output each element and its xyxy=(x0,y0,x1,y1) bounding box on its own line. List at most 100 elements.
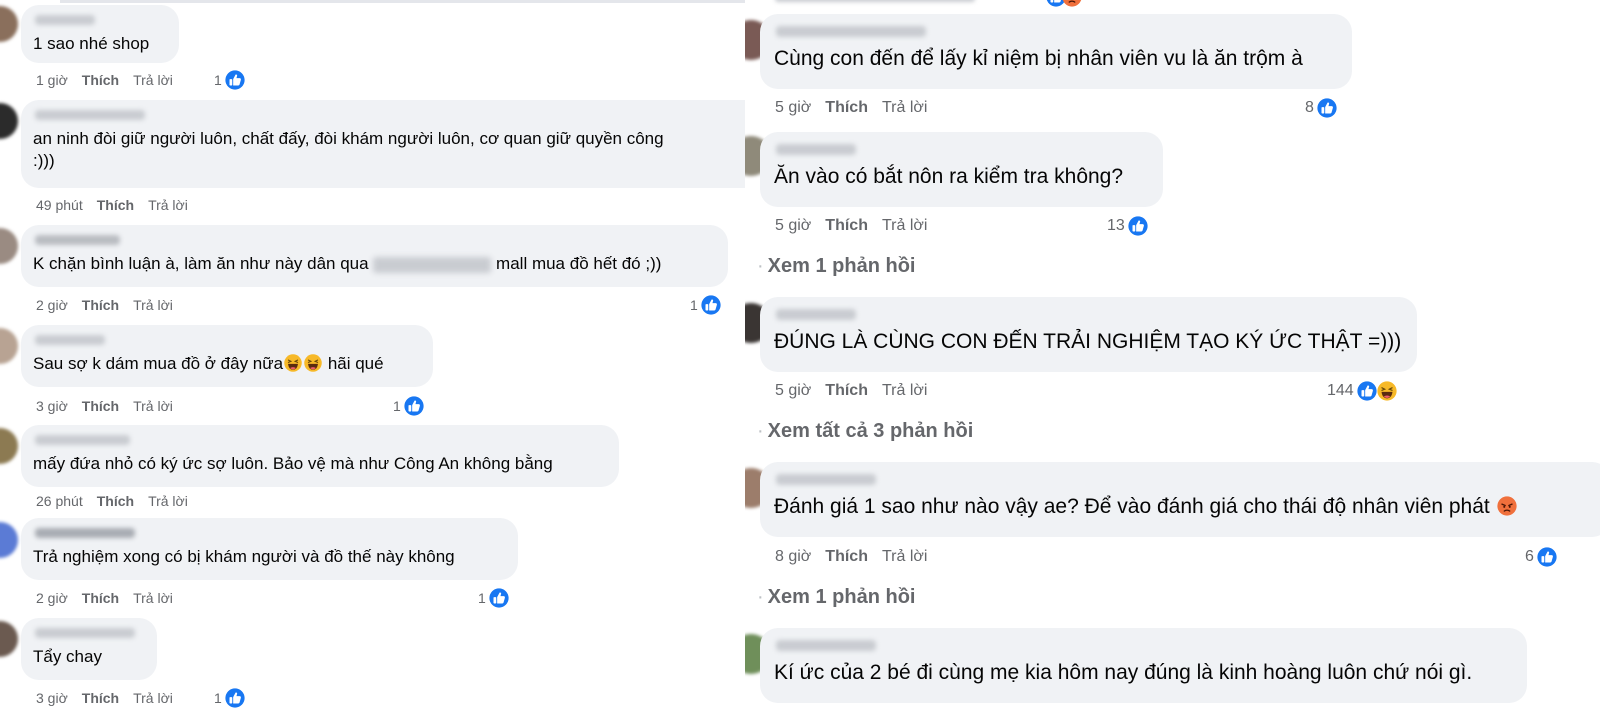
commenter-name[interactable] xyxy=(35,15,95,25)
comment-actions: 2 giờ Thích Trả lời xyxy=(36,294,173,316)
comment-time[interactable]: 26 phút xyxy=(36,490,83,512)
commenter-name[interactable] xyxy=(776,26,926,37)
right-comments-panel: Cùng con đến để lấy kỉ niệm bị nhân viên… xyxy=(745,0,1600,720)
reaction-number: 1 xyxy=(214,690,222,706)
haha-emoji-icon xyxy=(1376,380,1398,402)
like-button[interactable]: Thích xyxy=(82,587,119,609)
like-button[interactable]: Thích xyxy=(825,546,868,568)
comment-actions: 3 giờ Thích Trả lời xyxy=(36,395,173,417)
reaction-count[interactable]: 1 xyxy=(478,586,510,610)
avatar[interactable] xyxy=(0,6,18,42)
reply-button[interactable]: Trả lời xyxy=(882,546,927,568)
comment-time[interactable]: 5 giờ xyxy=(775,380,811,402)
reply-button[interactable]: Trả lời xyxy=(133,294,173,316)
comment-bubble: Cùng con đến để lấy kỉ niệm bị nhân viên… xyxy=(760,14,1352,89)
view-replies-link[interactable]: · Xem tất cả 3 phản hồi xyxy=(757,420,973,443)
comment-time[interactable]: 3 giờ xyxy=(36,687,68,709)
comment-bubble: mấy đứa nhỏ có ký ức sợ luôn. Bảo vệ mà … xyxy=(21,425,619,487)
left-comments-panel: 1 sao nhé shop 1 giờ Thích Trả lời 1 an ni… xyxy=(0,0,745,720)
comment-text: Trả nghiệm xong có bị khám người và đồ t… xyxy=(33,547,455,566)
comment-bubble: ĐÚNG LÀ CÙNG CON ĐẾN TRẢI NGHIỆM TẠO KÝ … xyxy=(760,297,1417,372)
reaction-count[interactable]: 144 xyxy=(1327,379,1398,403)
avatar[interactable] xyxy=(0,228,18,264)
reaction-count[interactable]: 1 xyxy=(214,68,246,92)
reaction-number: 13 xyxy=(1107,217,1125,234)
avatar[interactable] xyxy=(0,621,18,657)
view-replies-label: Xem 1 phản hồi xyxy=(767,586,916,608)
reply-button[interactable]: Trả lời xyxy=(133,395,173,417)
avatar[interactable] xyxy=(0,428,18,464)
commenter-name[interactable] xyxy=(35,435,130,445)
reaction-count[interactable]: 13 xyxy=(1107,214,1149,238)
comment-bubble: an ninh đòi giữ người luôn, chất đấy, đò… xyxy=(21,100,745,188)
reaction-number: 8 xyxy=(1305,99,1314,116)
avatar[interactable] xyxy=(0,328,18,364)
comment-actions: 26 phút Thích Trả lời xyxy=(36,490,188,512)
comment-text: Đánh giá 1 sao như nào vậy ae? Để vào đá… xyxy=(774,493,1596,521)
reaction-number: 1 xyxy=(690,297,698,313)
comment-text-part: K chặn bình luận à, làm ăn như này dân q… xyxy=(33,254,369,273)
commenter-name[interactable] xyxy=(776,474,876,485)
commenter-name[interactable] xyxy=(776,309,856,320)
comment-time[interactable]: 2 giờ xyxy=(36,587,68,609)
reply-button[interactable]: Trả lời xyxy=(133,687,173,709)
comment-text: 1 sao nhé shop xyxy=(33,34,150,53)
avatar[interactable] xyxy=(0,522,18,558)
like-button[interactable]: Thích xyxy=(82,69,119,91)
haha-emoji-icon xyxy=(283,353,303,373)
comment-time[interactable]: 3 giờ xyxy=(36,395,68,417)
comment-text: Kí ức của 2 bé đi cùng mẹ kia hôm nay đú… xyxy=(774,661,1473,684)
like-button[interactable]: Thích xyxy=(82,395,119,417)
commenter-name[interactable] xyxy=(776,144,856,155)
reply-button[interactable]: Trả lời xyxy=(148,194,188,216)
view-replies-link[interactable]: · Xem 1 phản hồi xyxy=(757,586,915,609)
comment-time[interactable]: 1 giờ xyxy=(36,69,68,91)
reply-button[interactable]: Trả lời xyxy=(148,490,188,512)
comment-text-part: hãi qué xyxy=(327,354,384,373)
like-button[interactable]: Thích xyxy=(825,215,868,237)
comment-text-part: Đánh giá 1 sao như nào vậy ae? Để vào đá… xyxy=(774,495,1490,518)
view-replies-link[interactable]: · Xem 1 phản hồi xyxy=(757,255,915,278)
like-thumb-icon xyxy=(1316,97,1338,119)
like-thumb-icon xyxy=(488,587,510,609)
comment-bubble: Kí ức của 2 bé đi cùng mẹ kia hôm nay đú… xyxy=(760,628,1527,703)
like-button[interactable]: Thích xyxy=(97,490,134,512)
reply-button[interactable]: Trả lời xyxy=(882,380,927,402)
comment-actions: 49 phút Thích Trả lời xyxy=(36,194,188,216)
reply-button[interactable]: Trả lời xyxy=(882,97,927,119)
commenter-name[interactable] xyxy=(35,110,145,120)
avatar[interactable] xyxy=(0,103,18,139)
reaction-count[interactable]: 1 xyxy=(393,394,425,418)
commenter-name[interactable] xyxy=(35,235,120,245)
reaction-count[interactable]: 1 xyxy=(690,293,722,317)
commenter-name[interactable] xyxy=(35,335,105,345)
like-thumb-icon xyxy=(700,294,722,316)
reaction-number: 1 xyxy=(393,398,401,414)
comment-time[interactable]: 8 giờ xyxy=(775,546,811,568)
comment-time[interactable]: 5 giờ xyxy=(775,97,811,119)
comment-time[interactable]: 2 giờ xyxy=(36,294,68,316)
comment-time[interactable]: 49 phút xyxy=(36,194,83,216)
reply-button[interactable]: Trả lời xyxy=(133,587,173,609)
like-button[interactable]: Thích xyxy=(82,687,119,709)
like-button[interactable]: Thích xyxy=(825,380,868,402)
comment-text: Ăn vào có bắt nôn ra kiểm tra không? xyxy=(774,165,1124,188)
comment-time[interactable]: 5 giờ xyxy=(775,215,811,237)
comment-text: ĐÚNG LÀ CÙNG CON ĐẾN TRẢI NGHIỆM TẠO KÝ … xyxy=(774,330,1402,353)
comment-actions: 2 giờ Thích Trả lời xyxy=(36,587,173,609)
reaction-count[interactable]: 6 xyxy=(1525,545,1558,569)
reaction-count[interactable]: 1 xyxy=(214,686,246,710)
comment-text: an ninh đòi giữ người luôn, chất đấy, đò… xyxy=(33,129,664,148)
commenter-name[interactable] xyxy=(35,628,135,638)
like-button[interactable]: Thích xyxy=(825,97,868,119)
like-button[interactable]: Thích xyxy=(97,194,134,216)
reaction-count[interactable]: 8 xyxy=(1305,96,1338,120)
comment-bubble: Ăn vào có bắt nôn ra kiểm tra không? xyxy=(760,132,1163,207)
reply-button[interactable]: Trả lời xyxy=(882,215,927,237)
comment-text-cont: :))) xyxy=(33,151,55,170)
like-button[interactable]: Thích xyxy=(82,294,119,316)
comment-bubble: Đánh giá 1 sao như nào vậy ae? Để vào đá… xyxy=(760,462,1600,537)
commenter-name[interactable] xyxy=(776,640,876,651)
commenter-name[interactable] xyxy=(35,528,135,538)
reply-button[interactable]: Trả lời xyxy=(133,69,173,91)
